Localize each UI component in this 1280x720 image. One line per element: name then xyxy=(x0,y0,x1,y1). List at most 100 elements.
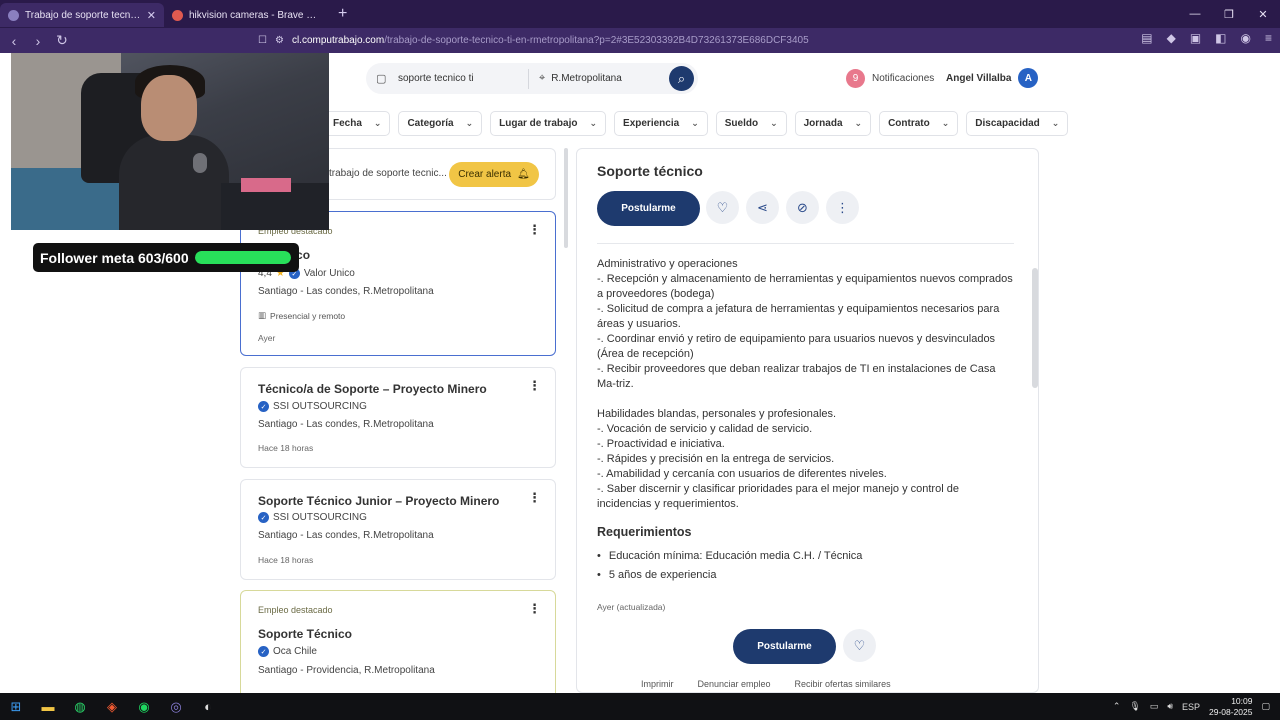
avatar: A xyxy=(1018,68,1039,88)
job-title[interactable]: Soporte Técnico Junior – Proyecto Minero xyxy=(258,494,499,508)
tab-title: Trabajo de soporte tecnico ti en xyxy=(25,9,141,21)
verified-icon: ✓ xyxy=(258,401,269,412)
notifications[interactable]: 9 Notificaciones xyxy=(846,69,934,88)
reload-icon[interactable]: ↻ xyxy=(52,32,72,49)
more-options-icon[interactable]: ⋮ xyxy=(528,490,541,506)
new-tab-button[interactable]: + xyxy=(328,5,357,23)
share-button[interactable]: ⋖ xyxy=(746,191,779,224)
filter-lugar[interactable]: Lugar de trabajo ⌄ xyxy=(490,111,607,136)
filter-contrato[interactable]: Contrato ⌄ xyxy=(879,111,959,136)
notification-center-icon[interactable]: ▢ xyxy=(1261,701,1270,712)
reader-icon[interactable]: ▤ xyxy=(1141,31,1152,45)
computrabajo-favicon-icon xyxy=(8,9,19,21)
list-item: 5 años de experiencia xyxy=(597,569,862,581)
report-link[interactable]: Denunciar empleo xyxy=(698,679,771,689)
tab-title: hikvision cameras - Brave Search xyxy=(189,9,320,21)
location-input[interactable] xyxy=(551,73,662,84)
company-name[interactable]: Oca Chile xyxy=(273,646,317,657)
job-card[interactable]: Empleo destacado ⋮ Soporte Técnico ✓ Oca… xyxy=(240,590,556,693)
job-detail: Soporte técnico Postularme ♡ ⋖ ⊘ ⋮ Admin… xyxy=(576,148,1039,693)
description-operations: Administrativo y operaciones -. Recepció… xyxy=(597,258,1013,390)
requirements-list: Educación mínima: Educación media C.H. /… xyxy=(597,550,863,588)
more-options-icon[interactable]: ⋮ xyxy=(528,378,541,394)
url-field[interactable]: ☐ ⚙ cl.computrabajo.com/trabajo-de-sopor… xyxy=(258,31,998,50)
bell-icon: 🔔︎ xyxy=(517,169,530,180)
follower-goal-text: Follower meta 603/600 xyxy=(40,249,189,266)
favorite-button-bottom[interactable]: ♡ xyxy=(843,629,876,662)
apply-button[interactable]: Postularme xyxy=(597,191,700,226)
filter-fecha[interactable]: Fecha ⌄ xyxy=(324,111,391,136)
create-alert-button[interactable]: Crear alerta 🔔︎ xyxy=(449,162,539,187)
more-options-icon[interactable]: ⋮ xyxy=(528,601,541,617)
company-name[interactable]: SSI OUTSOURCING xyxy=(273,401,367,412)
microphone-icon[interactable]: 🎙︎ xyxy=(1129,701,1140,712)
hide-button[interactable]: ⊘ xyxy=(786,191,819,224)
sidebar-icon[interactable]: ◧ xyxy=(1215,31,1226,45)
filter-jornada[interactable]: Jornada ⌄ xyxy=(794,111,872,136)
favorite-button[interactable]: ♡ xyxy=(706,191,739,224)
job-date: Hace 18 horas xyxy=(258,443,314,453)
tab-brave-search[interactable]: hikvision cameras - Brave Search xyxy=(164,3,328,27)
brave-icon[interactable]: ◈ xyxy=(96,693,128,720)
chevron-down-icon: ⌄ xyxy=(1051,118,1060,128)
file-explorer-icon[interactable]: ▬ xyxy=(32,693,64,720)
job-card[interactable]: ⋮ Técnico/a de Soporte – Proyecto Minero… xyxy=(240,367,556,468)
minimize-icon[interactable]: — xyxy=(1178,8,1212,20)
back-icon[interactable]: ‹ xyxy=(4,33,24,49)
clock[interactable]: 10:09 29-08-2025 xyxy=(1209,696,1252,718)
job-title[interactable]: Técnico/a de Soporte – Proyecto Minero xyxy=(258,382,487,396)
job-card[interactable]: ⋮ Soporte Técnico Junior – Proyecto Mine… xyxy=(240,479,556,580)
close-window-icon[interactable]: ✕ xyxy=(1246,8,1280,21)
obs-icon[interactable]: ◐ xyxy=(192,693,224,720)
spotify-icon[interactable]: ◉ xyxy=(128,693,160,720)
tab-computrabajo[interactable]: Trabajo de soporte tecnico ti en ✕ xyxy=(0,3,164,27)
filter-label: Experiencia xyxy=(623,118,680,129)
filter-sueldo[interactable]: Sueldo ⌄ xyxy=(715,111,787,136)
search-input[interactable] xyxy=(398,73,518,84)
menu-icon[interactable]: ≡ xyxy=(1265,31,1272,45)
filter-discapacidad[interactable]: Discapacidad ⌄ xyxy=(966,111,1069,136)
job-title[interactable]: Soporte Técnico xyxy=(258,627,352,641)
filter-categoria[interactable]: Categoría ⌄ xyxy=(398,111,483,136)
bookmark-icon[interactable]: ☐ xyxy=(258,35,267,46)
user-name: Angel Villalba xyxy=(946,72,1012,84)
print-link[interactable]: Imprimir xyxy=(641,679,674,689)
updated-date: Ayer (actualizada) xyxy=(597,602,666,612)
discord-icon[interactable]: ◎ xyxy=(160,693,192,720)
chevron-down-icon: ⌄ xyxy=(941,118,950,128)
network-icon[interactable]: ▭ xyxy=(1150,701,1159,712)
job-date: Ayer xyxy=(258,333,276,343)
user-menu[interactable]: Angel Villalba A xyxy=(946,68,1039,88)
language-indicator[interactable]: ESP xyxy=(1182,702,1200,712)
chevron-up-icon[interactable]: ⌃ xyxy=(1113,701,1121,712)
company-name[interactable]: Valor Unico xyxy=(304,268,355,279)
detail-scrollbar[interactable] xyxy=(1032,268,1038,388)
site-info-icon[interactable]: ⚙ xyxy=(275,35,284,46)
chevron-down-icon: ⌄ xyxy=(589,118,598,128)
more-options-icon[interactable]: ⋮ xyxy=(528,222,541,238)
brave-shield-icon[interactable]: ◆ xyxy=(1167,31,1176,45)
job-card[interactable]: Empleo destacado ⋮ e técnico 4,4 ★ ✓ Val… xyxy=(240,211,556,356)
similar-offers-link[interactable]: Recibir ofertas similares xyxy=(795,679,891,689)
chevron-down-icon: ⌄ xyxy=(691,118,699,128)
create-alert-label: Crear alerta xyxy=(458,169,512,180)
taskbar: ⊞ ▬ ◍ ◈ ◉ ◎ ◐ ⌃ 🎙︎ ▭ 🔊︎ ESP 10:09 29-08-… xyxy=(0,693,1280,720)
forward-icon[interactable]: › xyxy=(28,33,48,49)
restore-icon[interactable]: ❐ xyxy=(1212,8,1246,21)
filter-experiencia[interactable]: Experiencia ⌄ xyxy=(614,111,708,136)
more-button[interactable]: ⋮ xyxy=(826,191,859,224)
modality: ▥ Presencial y remoto xyxy=(258,310,345,321)
modality-label: Presencial y remoto xyxy=(270,310,346,321)
job-location: Santiago - Providencia, R.Metropolitana xyxy=(258,665,435,676)
volume-icon[interactable]: 🔊︎ xyxy=(1167,701,1173,712)
wallet-icon[interactable]: ▣ xyxy=(1190,31,1201,45)
search-button[interactable]: ⌕ xyxy=(669,66,694,91)
company-name[interactable]: SSI OUTSOURCING xyxy=(273,512,367,523)
windows-start-icon[interactable]: ⊞ xyxy=(0,693,32,720)
whatsapp-icon[interactable]: ◍ xyxy=(64,693,96,720)
apply-button-bottom[interactable]: Postularme xyxy=(733,629,836,664)
vpn-icon[interactable]: ◉ xyxy=(1241,31,1251,45)
follower-goal: Follower meta 603/600 xyxy=(33,243,299,272)
list-scrollbar[interactable] xyxy=(564,148,568,248)
close-icon[interactable]: ✕ xyxy=(147,9,156,22)
